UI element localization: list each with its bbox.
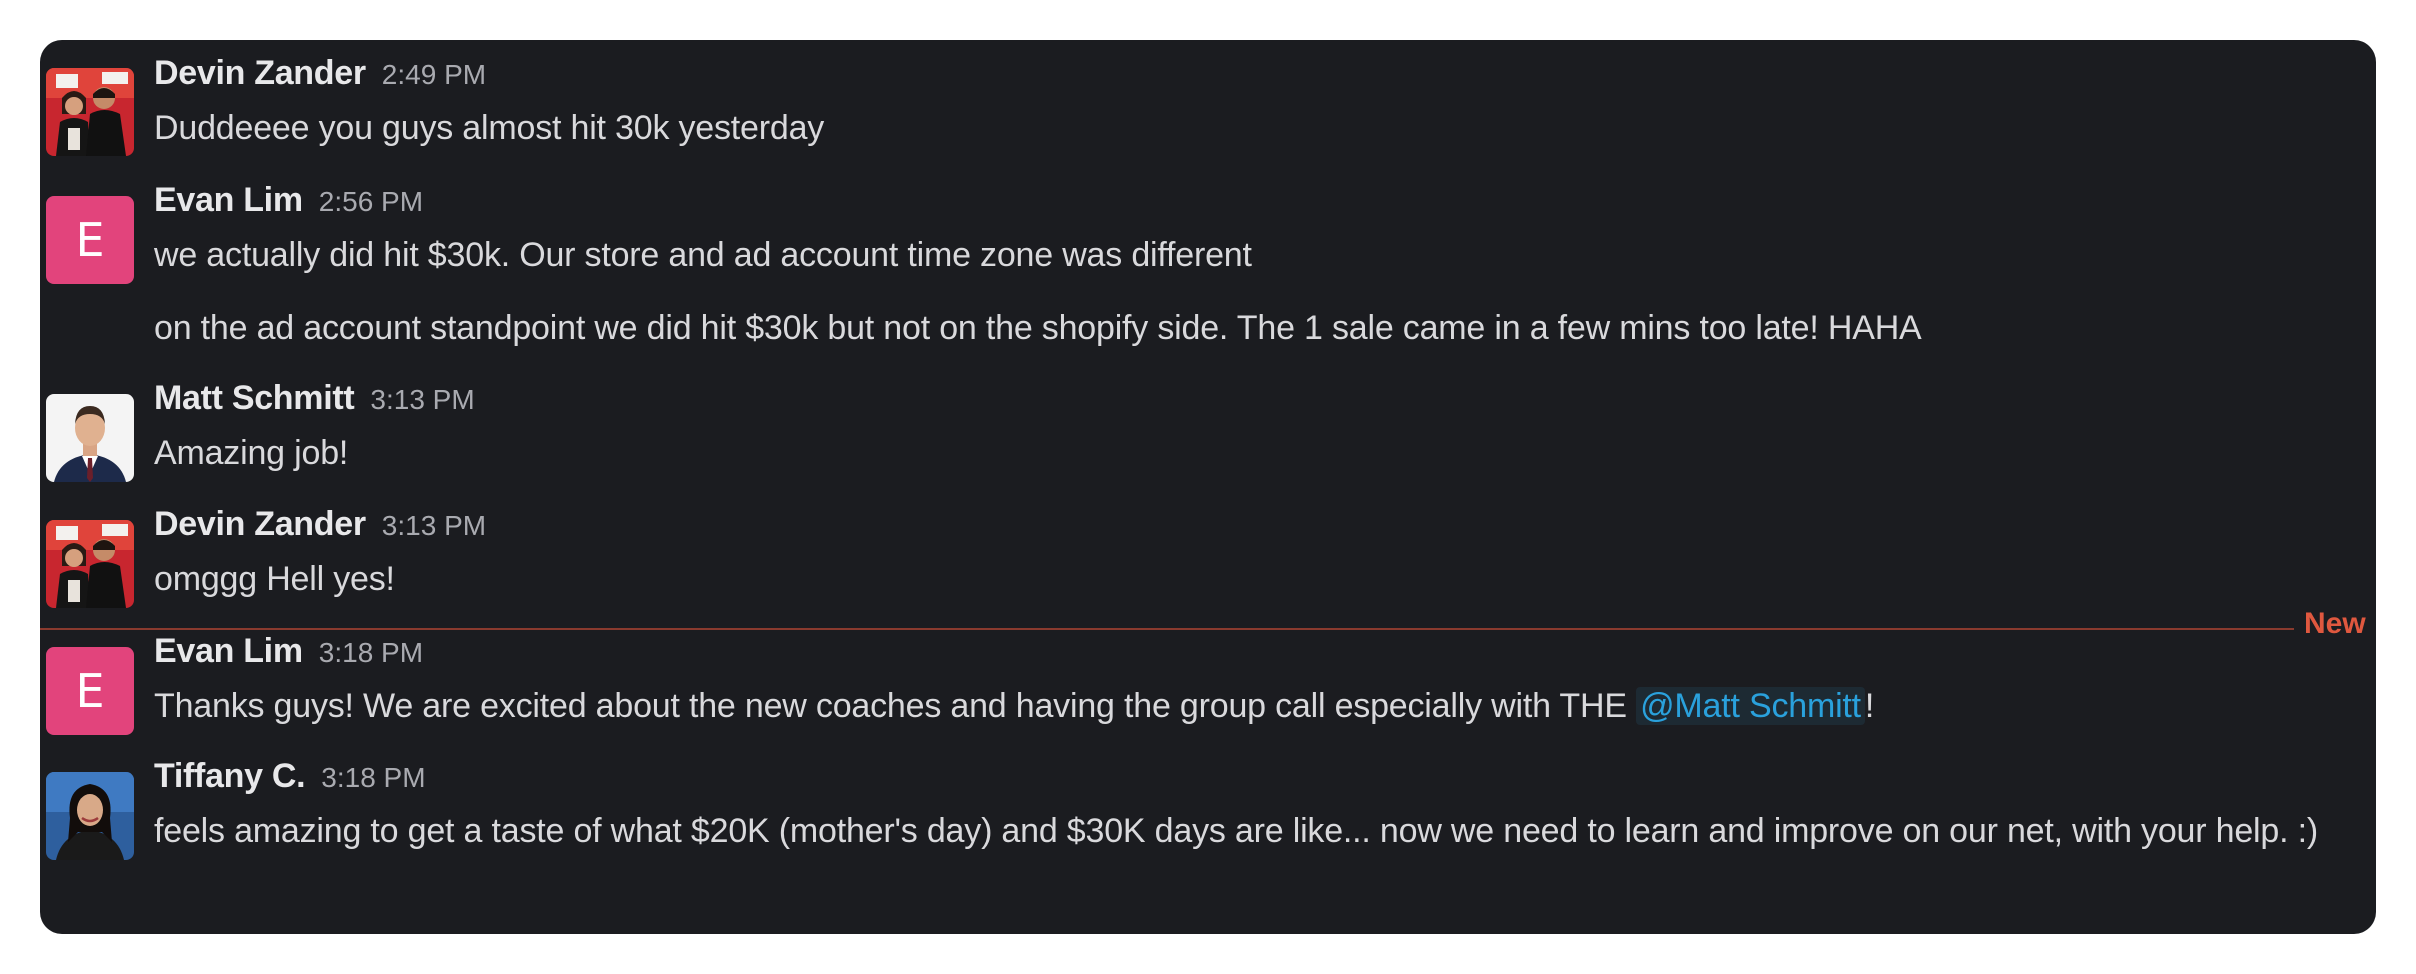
message-text: on the ad account standpoint we did hit …: [154, 309, 1922, 347]
new-messages-divider: [40, 628, 2294, 630]
timestamp[interactable]: 2:49 PM: [382, 59, 486, 90]
couple-photo-avatar[interactable]: [46, 520, 134, 608]
author-name[interactable]: Evan Lim: [154, 181, 303, 219]
timestamp[interactable]: 3:13 PM: [370, 384, 474, 415]
avatar-initial: E: [75, 664, 105, 718]
timestamp[interactable]: 3:13 PM: [382, 510, 486, 541]
timestamp[interactable]: 3:18 PM: [319, 637, 423, 668]
timestamp[interactable]: 3:18 PM: [321, 762, 425, 793]
avatar[interactable]: E: [46, 196, 134, 284]
couple-photo-avatar[interactable]: [46, 68, 134, 156]
message-pane: Devin Zander 2:49 PM Duddeeee you guys al…: [40, 40, 2376, 934]
message-text: we actually did hit $30k. Our store and …: [154, 236, 1252, 274]
new-messages-label: New: [2304, 607, 2366, 640]
message-text-part: !: [1864, 687, 1875, 725]
author-name[interactable]: Tiffany C.: [154, 757, 306, 795]
author-name[interactable]: Matt Schmitt: [154, 379, 355, 417]
author-name[interactable]: Evan Lim: [154, 632, 303, 670]
user-mention[interactable]: @Matt Schmitt: [1636, 687, 1865, 725]
woman-portrait-avatar[interactable]: [46, 772, 134, 860]
avatar-initial: E: [75, 213, 105, 267]
author-name[interactable]: Devin Zander: [154, 54, 366, 92]
avatar[interactable]: E: [46, 647, 134, 735]
message-text: Duddeeee you guys almost hit 30k yesterd…: [154, 109, 825, 147]
timestamp[interactable]: 2:56 PM: [319, 186, 423, 217]
message-text: omggg Hell yes!: [154, 560, 395, 598]
message-text-part: Thanks guys! We are excited about the ne…: [154, 687, 1637, 725]
message-text: Amazing job!: [154, 434, 349, 472]
author-name[interactable]: Devin Zander: [154, 505, 366, 543]
message-text: feels amazing to get a taste of what $20…: [154, 812, 2318, 850]
man-in-suit-avatar[interactable]: [46, 394, 134, 482]
message-text: Thanks guys! We are excited about the ne…: [154, 679, 2356, 733]
